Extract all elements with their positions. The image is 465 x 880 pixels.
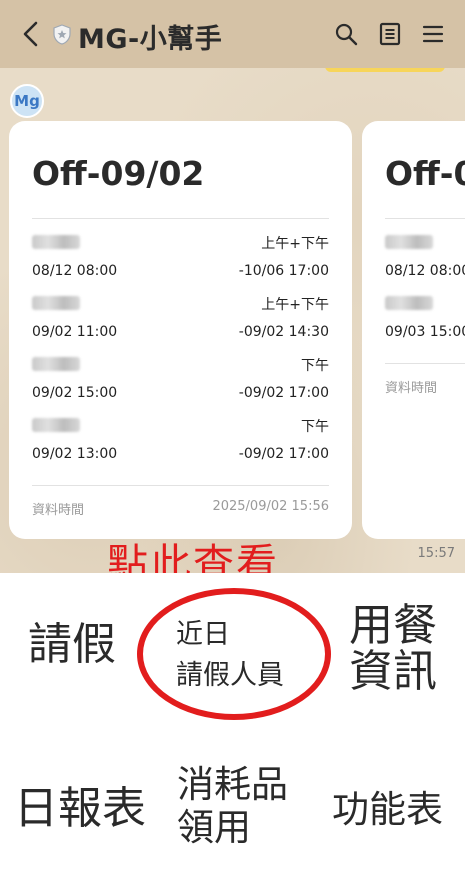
menu-daily-report[interactable]: 日報表 <box>14 785 146 832</box>
data-time-label: 資料時間 <box>385 381 438 396</box>
bot-avatar[interactable]: Mg <box>10 84 44 118</box>
blurred-name <box>32 418 80 432</box>
leave-start: 08/12 08:00 <box>32 263 118 279</box>
leave-card[interactable]: Off-09/02 上午+下午 08/12 08:00 -10/06 17:00… <box>9 121 352 539</box>
divider <box>32 485 329 486</box>
leave-period: 下午 <box>301 419 329 435</box>
back-arrow-icon[interactable] <box>20 20 42 48</box>
leave-row: 上午+下午 08/12 08:00 -10/06 17:00 <box>32 229 329 289</box>
leave-start: 09/03 15:00 <box>385 324 465 340</box>
avatar-text: Mg <box>14 92 40 110</box>
search-icon[interactable] <box>334 22 358 46</box>
leave-row: 09/03 15:00 <box>385 290 465 350</box>
menu-meal-line2: 資訊 <box>349 646 437 698</box>
chat-header: MG-小幫手 <box>0 0 465 68</box>
leave-row: 下午 09/02 15:00 -09/02 17:00 <box>32 351 329 411</box>
leave-card[interactable]: Off-0 08/12 08:00 09/03 15:00 資料時間 <box>362 121 465 539</box>
blurred-name <box>32 235 80 249</box>
card-title: Off-09/02 <box>32 154 205 193</box>
leave-end: -09/02 14:30 <box>238 324 329 340</box>
menu-leave[interactable]: 請假 <box>28 621 116 668</box>
chat-title: MG-小幫手 <box>78 24 223 55</box>
leave-end: -10/06 17:00 <box>238 263 329 279</box>
chat-area: Mg Off-09/02 上午+下午 08/12 08:00 -10/06 17… <box>0 68 465 573</box>
divider <box>385 363 465 364</box>
blurred-name <box>385 235 433 249</box>
menu-supplies-line2: 領用 <box>177 805 251 849</box>
divider <box>385 218 465 219</box>
leave-row: 下午 09/02 13:00 -09/02 17:00 <box>32 412 329 472</box>
blurred-name <box>32 357 80 371</box>
blurred-name <box>32 296 80 310</box>
divider <box>32 218 329 219</box>
leave-row: 08/12 08:00 <box>385 229 465 289</box>
blurred-name <box>385 296 433 310</box>
highlight-circle <box>137 588 331 720</box>
menu-supplies-line1: 消耗品 <box>177 763 288 806</box>
leave-start: 09/02 11:00 <box>32 324 118 340</box>
menu-function-table[interactable]: 功能表 <box>332 788 443 832</box>
shield-icon <box>53 24 71 45</box>
leave-end: -09/02 17:00 <box>238 446 329 462</box>
leave-period: 下午 <box>301 358 329 374</box>
data-time-value: 2025/09/02 15:56 <box>212 499 329 514</box>
leave-end: -09/02 17:00 <box>238 385 329 401</box>
leave-row: 上午+下午 09/02 11:00 -09/02 14:30 <box>32 290 329 350</box>
leave-start: 08/12 08:00 <box>385 263 465 279</box>
card-title: Off-0 <box>385 154 465 193</box>
previous-message-bubble <box>325 68 445 72</box>
menu-meal-line1: 用餐 <box>349 600 437 651</box>
leave-period: 上午+下午 <box>261 297 329 313</box>
leave-start: 09/02 13:00 <box>32 446 118 462</box>
notes-icon[interactable] <box>378 22 402 46</box>
menu-meal-info[interactable]: 用餐 資訊 <box>349 600 437 698</box>
leave-start: 09/02 15:00 <box>32 385 118 401</box>
message-timestamp: 15:57 <box>417 546 455 561</box>
menu-icon[interactable] <box>421 22 445 46</box>
leave-period: 上午+下午 <box>261 236 329 252</box>
menu-supplies[interactable]: 消耗品 領用 <box>177 763 288 849</box>
data-time-label: 資料時間 <box>32 503 85 518</box>
